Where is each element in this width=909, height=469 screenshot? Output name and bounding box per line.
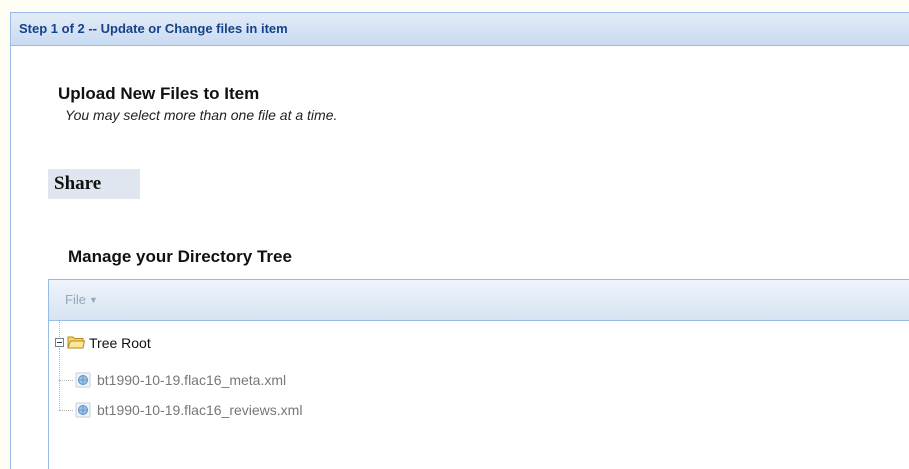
tree-file-node[interactable]: bt1990-10-19.flac16_meta.xml	[97, 370, 286, 390]
file-menu-label: File	[65, 292, 86, 307]
xml-file-icon	[75, 402, 91, 418]
tree-toolbar: File ▼	[49, 280, 909, 321]
directory-tree-heading: Manage your Directory Tree	[68, 247, 292, 266]
collapse-toggle-icon[interactable]	[55, 338, 64, 347]
upload-hint: You may select more than one file at a t…	[65, 107, 338, 123]
caret-down-icon: ▼	[88, 295, 98, 305]
tree-root-node[interactable]: Tree Root	[89, 333, 151, 353]
folder-open-icon	[67, 336, 85, 349]
panel-title: Step 1 of 2 -- Update or Change files in…	[11, 13, 909, 46]
tree-connector	[59, 321, 60, 337]
file-menu-button[interactable]: File ▼	[65, 292, 98, 307]
tree-file-node[interactable]: bt1990-10-19.flac16_reviews.xml	[97, 400, 302, 420]
tree-connector	[59, 380, 73, 381]
directory-tree-panel: File ▼ Tree Root bt1990-10-19.flac16_meta…	[48, 279, 909, 469]
upload-heading: Upload New Files to Item	[58, 84, 260, 103]
tree-body: Tree Root bt1990-10-19.flac16_meta.xml b…	[49, 321, 909, 469]
tree-connector	[59, 410, 73, 411]
tree-connector	[59, 348, 60, 410]
xml-file-icon	[75, 372, 91, 388]
share-button[interactable]: Share	[48, 169, 140, 199]
page: Step 1 of 2 -- Update or Change files in…	[0, 0, 909, 469]
